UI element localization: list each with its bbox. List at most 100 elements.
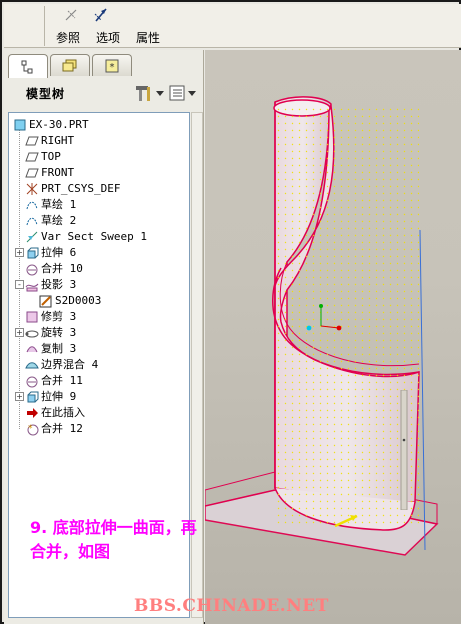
tab-folder-browser[interactable] (50, 54, 90, 76)
tree-item-label: 草绘 2 (41, 214, 77, 227)
tree-item-label: 复制 3 (41, 342, 77, 355)
merge-icon (26, 264, 38, 276)
trim-icon (26, 311, 38, 323)
tree-item[interactable]: - 投影 3 (9, 277, 189, 293)
svg-text:*: * (28, 424, 33, 434)
caption-line-1: 9. 底部拉伸一曲面，再 (30, 518, 197, 537)
tree-item[interactable]: EX-30.PRT (9, 117, 189, 133)
flip-direction-icon[interactable] (92, 6, 110, 24)
feature-dashboard: 参照 选项 属性 (4, 4, 461, 48)
boundary-blend-icon (25, 362, 39, 369)
tools-icon (136, 86, 150, 101)
chevron-down-icon (156, 90, 164, 96)
merge-icon (26, 376, 38, 388)
expand-icon[interactable]: + (15, 392, 24, 401)
tree-item-label: 拉伸 9 (41, 390, 77, 403)
tree-item-label: 合并 11 (41, 374, 83, 387)
model-tree-header: 模型树 (8, 80, 200, 106)
tree-item[interactable]: 复制 3 (9, 341, 189, 357)
extrude-icon (27, 391, 39, 403)
chevron-down-icon (188, 90, 196, 96)
part-icon (14, 119, 26, 131)
tree-item[interactable]: FRONT (9, 165, 189, 181)
copy-icon (26, 346, 38, 353)
tree-item-label: 修剪 3 (41, 310, 77, 323)
annotation-caption: 9. 底部拉伸一曲面，再 合并，如图 (30, 516, 197, 564)
datum-plane-icon (25, 136, 39, 146)
tab-properties[interactable]: 属性 (128, 30, 168, 46)
datum-plane-icon (25, 152, 39, 162)
sketch-icon (26, 201, 38, 210)
list-view-icon (169, 85, 185, 101)
tree-item[interactable]: TOP (9, 149, 189, 165)
expand-icon[interactable]: + (15, 248, 24, 257)
folder-icon (62, 59, 77, 71)
extrude-icon (27, 247, 39, 259)
sweep-icon (26, 231, 38, 243)
tree-item-label: S2D0003 (55, 294, 102, 307)
tree-item-label: 投影 3 (41, 278, 77, 291)
tree-item[interactable]: * 合并 12 (9, 421, 189, 437)
surface-tool-icon[interactable] (62, 6, 80, 24)
tree-item[interactable]: PRT_CSYS_DEF (9, 181, 189, 197)
tree-item[interactable]: + 拉伸 6 (9, 245, 189, 261)
tree-item-label: 在此插入 (41, 406, 85, 419)
tree-item-label: 合并 12 (41, 422, 83, 435)
tree-show-button[interactable] (168, 84, 196, 102)
revolve-icon (25, 330, 39, 338)
tree-item[interactable]: 边界混合 4 (9, 357, 189, 373)
tree-item-label: FRONT (41, 166, 75, 179)
merge-new-icon: * (27, 424, 39, 436)
model-tree-title: 模型树 (26, 86, 66, 101)
dashboard-tabs: 参照 选项 属性 (48, 30, 168, 46)
favorites-icon: * (105, 59, 119, 73)
drawing-icon (39, 295, 52, 308)
tree-item[interactable]: 合并 10 (9, 261, 189, 277)
dashboard-separator (44, 6, 45, 46)
tree-item-label: Var Sect Sweep 1 (41, 230, 147, 243)
tree-item[interactable]: 在此插入 (9, 405, 189, 421)
surface-mesh (275, 108, 419, 528)
tree-item[interactable]: 修剪 3 (9, 309, 189, 325)
tree-item-label: 旋转 3 (41, 326, 77, 339)
tab-model-tree[interactable] (8, 54, 48, 78)
tree-item[interactable]: Var Sect Sweep 1 (9, 229, 189, 245)
model-tree-tools (134, 83, 196, 103)
tree-item-label: 草绘 1 (41, 198, 77, 211)
tree-settings-button[interactable] (134, 83, 164, 103)
tree-item[interactable]: 草绘 1 (9, 197, 189, 213)
tree-item-label: 边界混合 4 (41, 358, 99, 371)
project-icon (25, 283, 39, 292)
svg-text:*: * (110, 62, 115, 73)
tab-options[interactable]: 选项 (88, 30, 128, 46)
tree-item[interactable]: + 旋转 3 (9, 325, 189, 341)
csys-icon (26, 183, 38, 195)
tree-item[interactable]: RIGHT (9, 133, 189, 149)
tree-item[interactable]: S2D0003 (9, 293, 189, 309)
tree-item-label: TOP (41, 150, 61, 163)
insert-here-arrow-icon (27, 408, 38, 418)
tree-item-label: RIGHT (41, 134, 75, 147)
sketch-icon (26, 217, 38, 226)
tab-favorites[interactable]: * (92, 54, 132, 76)
tree-item[interactable]: 草绘 2 (9, 213, 189, 229)
model-tree-icon (21, 60, 33, 73)
caption-line-2: 合并，如图 (30, 542, 111, 561)
panel-sash[interactable] (399, 390, 409, 510)
dashboard-icons (62, 6, 110, 24)
window-frame: 参照 选项 属性 * 模型树 EX-30.PRT RIGHT TOP FRONT… (0, 0, 461, 624)
watermark: BBS.CHINADE.NET (134, 596, 329, 616)
tree-item-label: PRT_CSYS_DEF (41, 182, 121, 195)
collapse-icon[interactable]: - (15, 280, 24, 289)
expand-icon[interactable]: + (15, 328, 24, 337)
tree-item-label: 拉伸 6 (41, 246, 77, 259)
tab-references[interactable]: 参照 (48, 30, 88, 46)
tree-item-label: EX-30.PRT (29, 118, 89, 131)
navigator-tabs: * (8, 54, 132, 78)
tree-item-label: 合并 10 (41, 262, 83, 275)
tree-item[interactable]: + 拉伸 9 (9, 389, 189, 405)
graphics-window[interactable] (205, 50, 461, 624)
tree-item[interactable]: 合并 11 (9, 373, 189, 389)
datum-plane-icon (25, 168, 39, 178)
model-view (205, 96, 439, 556)
